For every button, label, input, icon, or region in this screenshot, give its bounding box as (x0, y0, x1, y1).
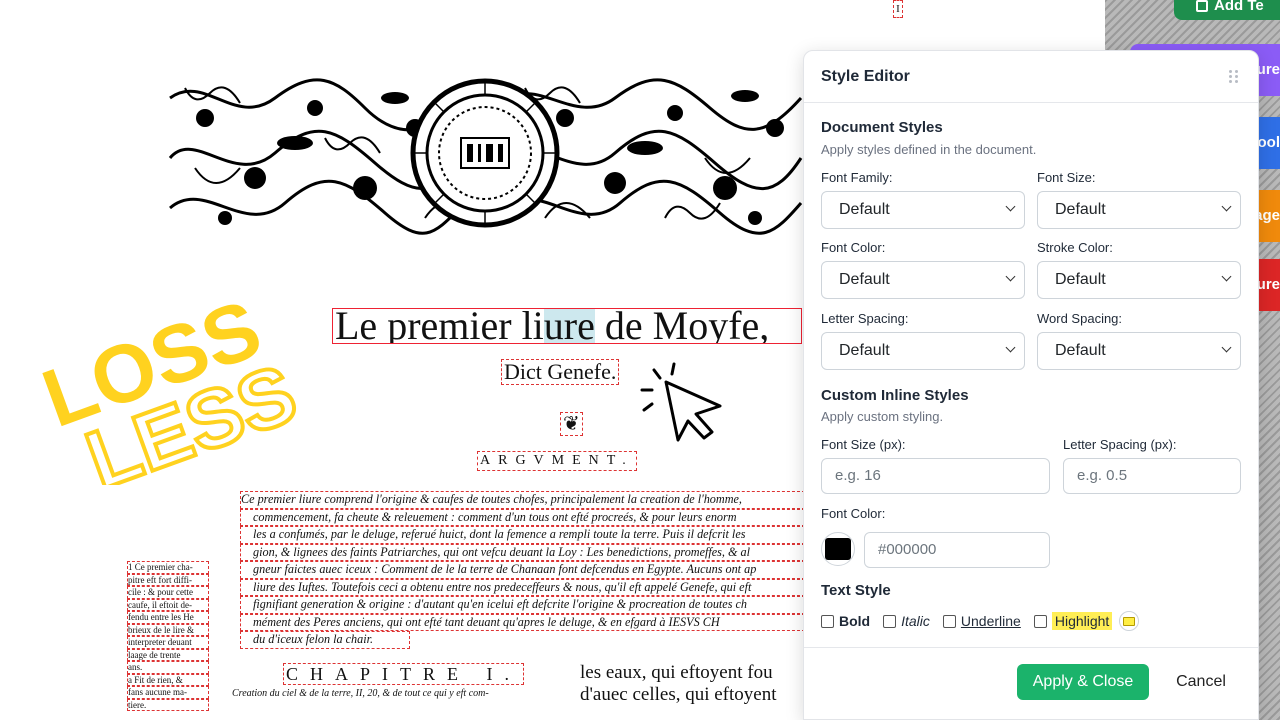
drag-handle-icon[interactable] (1227, 69, 1241, 84)
custom-styles-title: Custom Inline Styles (821, 387, 969, 404)
argument-line[interactable]: gneur faictes auec iceux : Comment de le… (240, 561, 805, 579)
margin-note-line[interactable]: interpreter deuant (127, 636, 209, 649)
style-editor-footer: Apply & Close Cancel (804, 647, 1258, 719)
margin-note-line[interactable]: brieux de le lire & (127, 623, 209, 636)
cursor-click-icon (640, 362, 722, 442)
italic-option[interactable]: Italic (883, 613, 930, 629)
margin-note-line[interactable]: caufe, il eftoit de- (127, 598, 209, 611)
highlight-checkbox[interactable] (1033, 614, 1047, 628)
letter-spacing-label: Letter Spacing: (821, 311, 909, 326)
chevron-down-icon (1005, 201, 1016, 212)
chevron-down-icon (1005, 271, 1016, 282)
custom-letter-spacing-label: Letter Spacing (px): (1063, 437, 1177, 452)
woodcut-header-ornament (167, 72, 803, 235)
margin-note-line[interactable]: ans. (127, 661, 209, 674)
font-size-select[interactable]: Default (1037, 191, 1241, 229)
argument-paragraph: Ce premier liure comprend l'origine & ca… (240, 491, 805, 649)
margin-note-line[interactable]: fendu entre les He (127, 611, 209, 624)
highlight-color-fill (1123, 616, 1136, 626)
font-color-swatch[interactable] (821, 532, 855, 566)
italic-checkbox[interactable] (883, 614, 897, 628)
argument-line[interactable]: du d'iceux felon la chair. (240, 631, 410, 649)
argument-line[interactable]: gion, & lignees des faints Patriarches, … (240, 543, 805, 561)
custom-font-size-label: Font Size (px): (821, 437, 906, 452)
second-column-text: les eaux, qui eftoyent fou d'auec celles… (580, 662, 805, 706)
argument-heading[interactable]: ARGVMENT. (477, 451, 637, 471)
title-highlighted-part: ure (543, 309, 595, 343)
highlight-option[interactable]: Highlight (1033, 612, 1113, 630)
add-icon (1196, 0, 1208, 13)
title-part-1: Le premier li (335, 308, 544, 344)
argument-line[interactable]: commencement, fa cheute & releuement : c… (240, 508, 805, 526)
margin-note-line[interactable]: 1 Ce premier cha- (127, 561, 209, 574)
letter-spacing-input[interactable]: e.g. 0.5 (1063, 458, 1241, 494)
margin-note-line[interactable]: fans aucune ma- (127, 686, 209, 699)
document-subtitle[interactable]: Dict Genefe. (501, 359, 620, 385)
letter-spacing-select[interactable]: Default (821, 332, 1025, 370)
custom-font-color-label: Font Color: (821, 506, 886, 521)
chevron-down-icon (1005, 342, 1016, 353)
margin-note-line[interactable]: a Fit de rien, & (127, 673, 209, 686)
chevron-down-icon (1221, 201, 1232, 212)
add-text-button[interactable]: Add Te (1174, 0, 1280, 20)
page-number-marker[interactable]: I (893, 0, 903, 18)
text-style-label: Text Style (821, 582, 891, 599)
font-size-label: Font Size: (1037, 170, 1096, 185)
document-styles-description: Apply styles defined in the document. (821, 142, 1037, 157)
font-size-input[interactable]: e.g. 16 (821, 458, 1050, 494)
fleuron-ornament[interactable]: ❦ (560, 412, 583, 436)
document-styles-title: Document Styles (821, 119, 943, 136)
column-line[interactable]: les eaux, qui eftoyent fou (580, 662, 805, 684)
font-color-select[interactable]: Default (821, 261, 1025, 299)
margin-note-line[interactable]: tiere. (127, 698, 209, 711)
bold-option[interactable]: Bold (821, 613, 870, 629)
argument-line[interactable]: mément des Peres anciens, qui ont efté t… (240, 613, 805, 631)
word-spacing-label: Word Spacing: (1037, 311, 1123, 326)
color-swatch-fill (825, 538, 851, 560)
font-color-label: Font Color: (821, 240, 886, 255)
font-family-label: Font Family: (821, 170, 893, 185)
argument-line[interactable]: les a confumés, par le deluge, referué h… (240, 526, 805, 544)
argument-line[interactable]: fignifiant generation & origine : d'auta… (240, 596, 805, 614)
font-color-hex-input[interactable]: #000000 (864, 532, 1050, 568)
highlight-color-swatch[interactable] (1119, 611, 1140, 631)
word-spacing-select[interactable]: Default (1037, 332, 1241, 370)
text-style-options: Bold Italic Underline Highlight (821, 611, 1140, 631)
bold-checkbox[interactable] (821, 614, 834, 628)
underline-option[interactable]: Underline (942, 613, 1021, 629)
title-part-3: de Moyfe, (594, 308, 770, 344)
margin-note-line[interactable]: pitre eft fort diffi- (127, 573, 209, 586)
column-line[interactable]: d'auec celles, qui eftoyent (580, 684, 805, 706)
underline-checkbox[interactable] (942, 614, 956, 628)
margin-note: 1 Ce premier cha- pitre eft fort diffi- … (127, 561, 209, 711)
apply-close-button[interactable]: Apply & Close (1017, 664, 1149, 700)
margin-note-line[interactable]: laage de trente (127, 648, 209, 661)
lossless-logo: LOSS LESS (31, 285, 309, 485)
document-title[interactable]: Le premier liure de Moyfe, (332, 308, 802, 344)
stroke-color-label: Stroke Color: (1037, 240, 1113, 255)
chapter-subtitle[interactable]: Creation du ciel & de la terre, II, 20, … (232, 688, 532, 700)
margin-note-line[interactable]: cile : & pour cette (127, 586, 209, 599)
style-editor-title: Style Editor (821, 67, 910, 85)
custom-styles-description: Apply custom styling. (821, 409, 944, 424)
chevron-down-icon (1221, 271, 1232, 282)
style-editor-panel: Style Editor Document Styles Apply style… (803, 50, 1259, 720)
chapter-heading[interactable]: CHAPITRE I. (283, 663, 524, 685)
cancel-button[interactable]: Cancel (1160, 664, 1242, 700)
font-family-select[interactable]: Default (821, 191, 1025, 229)
style-editor-header[interactable]: Style Editor (804, 51, 1258, 103)
stroke-color-select[interactable]: Default (1037, 261, 1241, 299)
argument-line[interactable]: liure des Iuftes. Toutefois ceci a obten… (240, 578, 805, 596)
argument-line[interactable]: Ce premier liure comprend l'origine & ca… (240, 491, 805, 509)
chevron-down-icon (1221, 342, 1232, 353)
